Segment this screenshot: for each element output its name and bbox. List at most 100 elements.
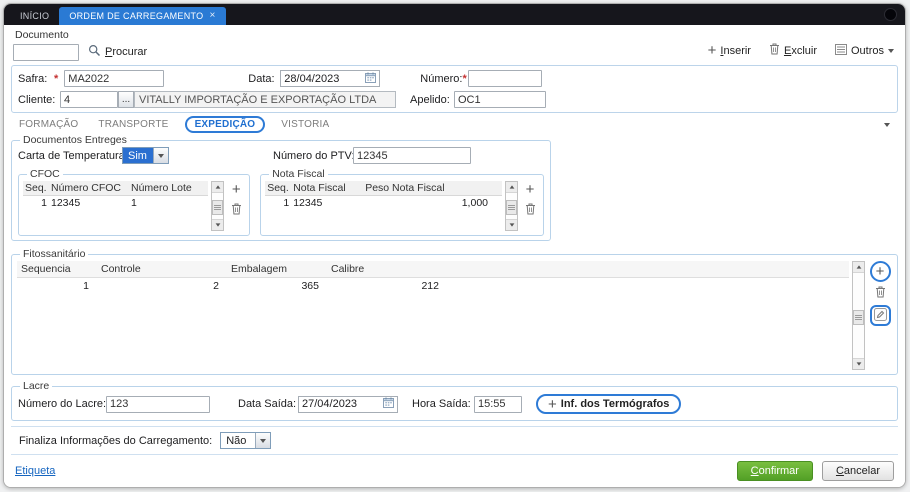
document-toolbar: Documento Procurar + Inserir Excluir Out… (11, 28, 898, 65)
lacre-group: Lacre Número do Lacre: Data Saída: 27/04… (11, 380, 898, 421)
fitossanitario-table: Sequencia Controle Embalagem Calibre 1 2… (17, 261, 849, 370)
tab-inicio[interactable]: INÍCIO (10, 7, 59, 25)
trash-icon (525, 203, 536, 218)
calendar-icon[interactable] (383, 397, 394, 411)
scroll-down-icon[interactable] (212, 219, 224, 230)
tab-formacao[interactable]: FORMAÇÃO (19, 119, 78, 130)
cfoc-scrollbar[interactable] (211, 181, 225, 231)
nf-col-peso: Peso Nota Fiscal (365, 182, 445, 194)
fito-edit-button[interactable] (872, 307, 888, 324)
documento-input[interactable] (13, 43, 79, 61)
safra-label: Safra: (18, 72, 48, 85)
confirmar-button[interactable]: Confirmar (736, 461, 813, 481)
nf-scroll-track[interactable] (506, 193, 517, 219)
carta-temperatura-row: Carta de Temperatura: Sim Número do PTV: (16, 147, 546, 168)
footer-buttons: Confirmar Cancelar (736, 461, 894, 481)
nf-col-nota: Nota Fiscal (293, 182, 346, 194)
edit-highlight-annotation (869, 305, 891, 326)
cliente-label: Cliente: (18, 93, 56, 106)
numero-field[interactable] (468, 70, 543, 87)
cliente-lookup-button[interactable]: ... (118, 91, 134, 108)
apelido-field[interactable] (454, 91, 546, 108)
dropdown-arrow-icon[interactable] (255, 433, 271, 448)
scroll-down-icon[interactable] (506, 219, 517, 230)
procurar-label: Procurar (105, 46, 148, 58)
lacre-numero-field[interactable] (106, 395, 210, 413)
inserir-label: Inserir (720, 44, 751, 57)
record-actions: + Inserir Excluir Outros (706, 42, 896, 61)
finaliza-select[interactable]: Não (220, 432, 272, 449)
cfoc-delete-button[interactable] (228, 203, 244, 218)
cfoc-scroll-track[interactable] (212, 193, 224, 219)
cancelar-button[interactable]: Cancelar (821, 461, 894, 481)
tab-transporte[interactable]: TRANSPORTE (98, 119, 168, 130)
scroll-thumb[interactable] (212, 200, 224, 216)
data-saida-value: 27/04/2023 (302, 398, 358, 410)
cfoc-cell-lote: 1 (131, 197, 137, 209)
fito-cell-calibre: 212 (421, 280, 439, 292)
scroll-thumb[interactable] (853, 310, 864, 326)
table-row[interactable]: 1 12345 1 (23, 196, 208, 210)
carta-temperatura-select[interactable]: Sim (122, 147, 169, 164)
fito-col-embalagem: Embalagem (231, 263, 288, 275)
nota-fiscal-table: Seq. Nota Fiscal Peso Nota Fiscal 1 1234… (265, 181, 502, 231)
scroll-up-icon[interactable] (506, 182, 517, 193)
tab-ordem-de-carregamento[interactable]: ORDEM DE CARREGAMENTO × (59, 7, 226, 25)
trash-icon (769, 43, 780, 58)
procurar-button[interactable]: Procurar (86, 43, 149, 61)
tab-vistoria[interactable]: VISTORIA (281, 119, 329, 130)
outros-button[interactable]: Outros (833, 43, 896, 59)
cfoc-body: Seq. Número CFOC Número Lote 1 12345 1 + (23, 181, 245, 231)
nf-delete-button[interactable] (522, 203, 538, 218)
excluir-button[interactable]: Excluir (767, 42, 819, 59)
plus-icon: + (231, 181, 241, 198)
nf-cell-seq: 1 (283, 197, 290, 209)
scroll-down-icon[interactable] (853, 358, 864, 369)
tab-expedicao[interactable]: EXPEDIÇÃO (184, 116, 266, 133)
etiqueta-link[interactable]: Etiqueta (15, 465, 55, 477)
dropdown-arrow-icon[interactable] (153, 148, 168, 163)
nf-add-button[interactable]: + (522, 182, 538, 197)
plus-icon: + (707, 42, 717, 59)
fito-add-button[interactable]: + (872, 264, 888, 279)
finaliza-row: Finaliza Informações do Carregamento: Nã… (11, 426, 898, 455)
data-saida-field[interactable]: 27/04/2023 (298, 395, 398, 413)
data-field[interactable]: 28/04/2023 (280, 70, 381, 87)
nf-cell-nota: 12345 (293, 197, 323, 209)
safra-field[interactable] (64, 70, 165, 87)
scroll-up-icon[interactable] (853, 262, 864, 273)
nf-actions: + (521, 181, 539, 231)
collapse-chevron-icon[interactable] (884, 122, 890, 127)
pencil-icon (873, 307, 887, 324)
cfoc-add-button[interactable]: + (228, 182, 244, 197)
documentos-entreges-title: Documentos Entreges (23, 134, 127, 146)
fito-col-calibre: Calibre (331, 263, 365, 275)
termografos-label: Inf. dos Termógrafos (560, 398, 670, 410)
hora-saida-label: Hora Saída: (412, 398, 471, 410)
table-row[interactable]: 1 2 365 212 (17, 278, 849, 294)
carta-temperatura-label: Carta de Temperatura: (18, 149, 128, 162)
scroll-up-icon[interactable] (212, 182, 224, 193)
ptv-field[interactable] (353, 147, 471, 164)
window-menu-button[interactable] (884, 8, 897, 21)
cfoc-title: CFOC (30, 168, 60, 180)
fito-scrollbar[interactable] (852, 261, 865, 370)
documento-controls: Procurar (13, 43, 149, 61)
close-tab-icon[interactable]: × (209, 11, 215, 21)
fito-scroll-track[interactable] (853, 273, 864, 358)
numero-label: Número:* (420, 72, 467, 85)
fitossanitario-body: Sequencia Controle Embalagem Calibre 1 2… (16, 261, 893, 370)
fitossanitario-title: Fitossanitário (23, 248, 86, 260)
inserir-button[interactable]: + Inserir (706, 42, 753, 59)
fito-delete-button[interactable] (872, 286, 888, 301)
cfoc-actions: + (227, 181, 245, 231)
cfoc-table: Seq. Número CFOC Número Lote 1 12345 1 (23, 181, 209, 231)
scroll-thumb[interactable] (506, 200, 517, 216)
hora-saida-field[interactable] (474, 395, 522, 413)
termografos-button[interactable]: + Inf. dos Termógrafos (536, 394, 682, 414)
calendar-icon[interactable] (365, 72, 377, 86)
nf-scrollbar[interactable] (505, 181, 518, 231)
table-row[interactable]: 1 12345 1,000 (265, 196, 502, 210)
cliente-code-field[interactable] (60, 91, 118, 108)
nf-col-seq: Seq. (267, 182, 289, 194)
